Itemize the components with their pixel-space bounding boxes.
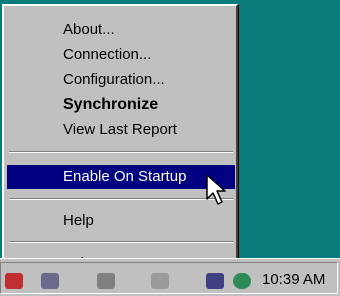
menu-item-label: Enable On Startup [63,168,187,185]
globe-tray-icon[interactable] [233,273,251,289]
menu-item-enable-on-startup[interactable]: Enable On Startup [7,165,235,189]
menu-item-label: Configuration... [63,71,165,88]
menu-item-configuration[interactable]: Configuration... [7,68,235,92]
menu-item-about[interactable]: About... [7,18,235,42]
sync-tray-icon[interactable] [206,273,224,289]
menu-separator [9,241,233,243]
app-tray-icon[interactable] [5,273,23,289]
menu-item-synchronize[interactable]: Synchronize [7,93,235,117]
system-tray: 10:39 AM [0,262,338,294]
menu-item-connection[interactable]: Connection... [7,43,235,67]
network-tray-icon[interactable] [97,273,115,289]
menu-item-label: Help [63,212,94,229]
menu-item-help[interactable]: Help [7,209,235,233]
menu-separator [9,151,233,153]
menu-item-view-last-report[interactable]: View Last Report [7,118,235,142]
mouse-cursor-icon [206,174,226,205]
tray-context-menu: About... Connection... Configuration... … [2,4,238,285]
monitor-tray-icon[interactable] [41,273,59,289]
taskbar-clock[interactable]: 10:39 AM [262,271,325,288]
menu-item-label: About... [63,21,115,38]
menu-item-label: View Last Report [63,121,177,138]
menu-separator [9,198,233,200]
menu-item-label: Synchronize [63,96,159,113]
menu-item-label: Connection... [63,46,152,63]
speaker-tray-icon[interactable] [151,273,169,289]
taskbar: 10:39 AM [0,258,340,296]
